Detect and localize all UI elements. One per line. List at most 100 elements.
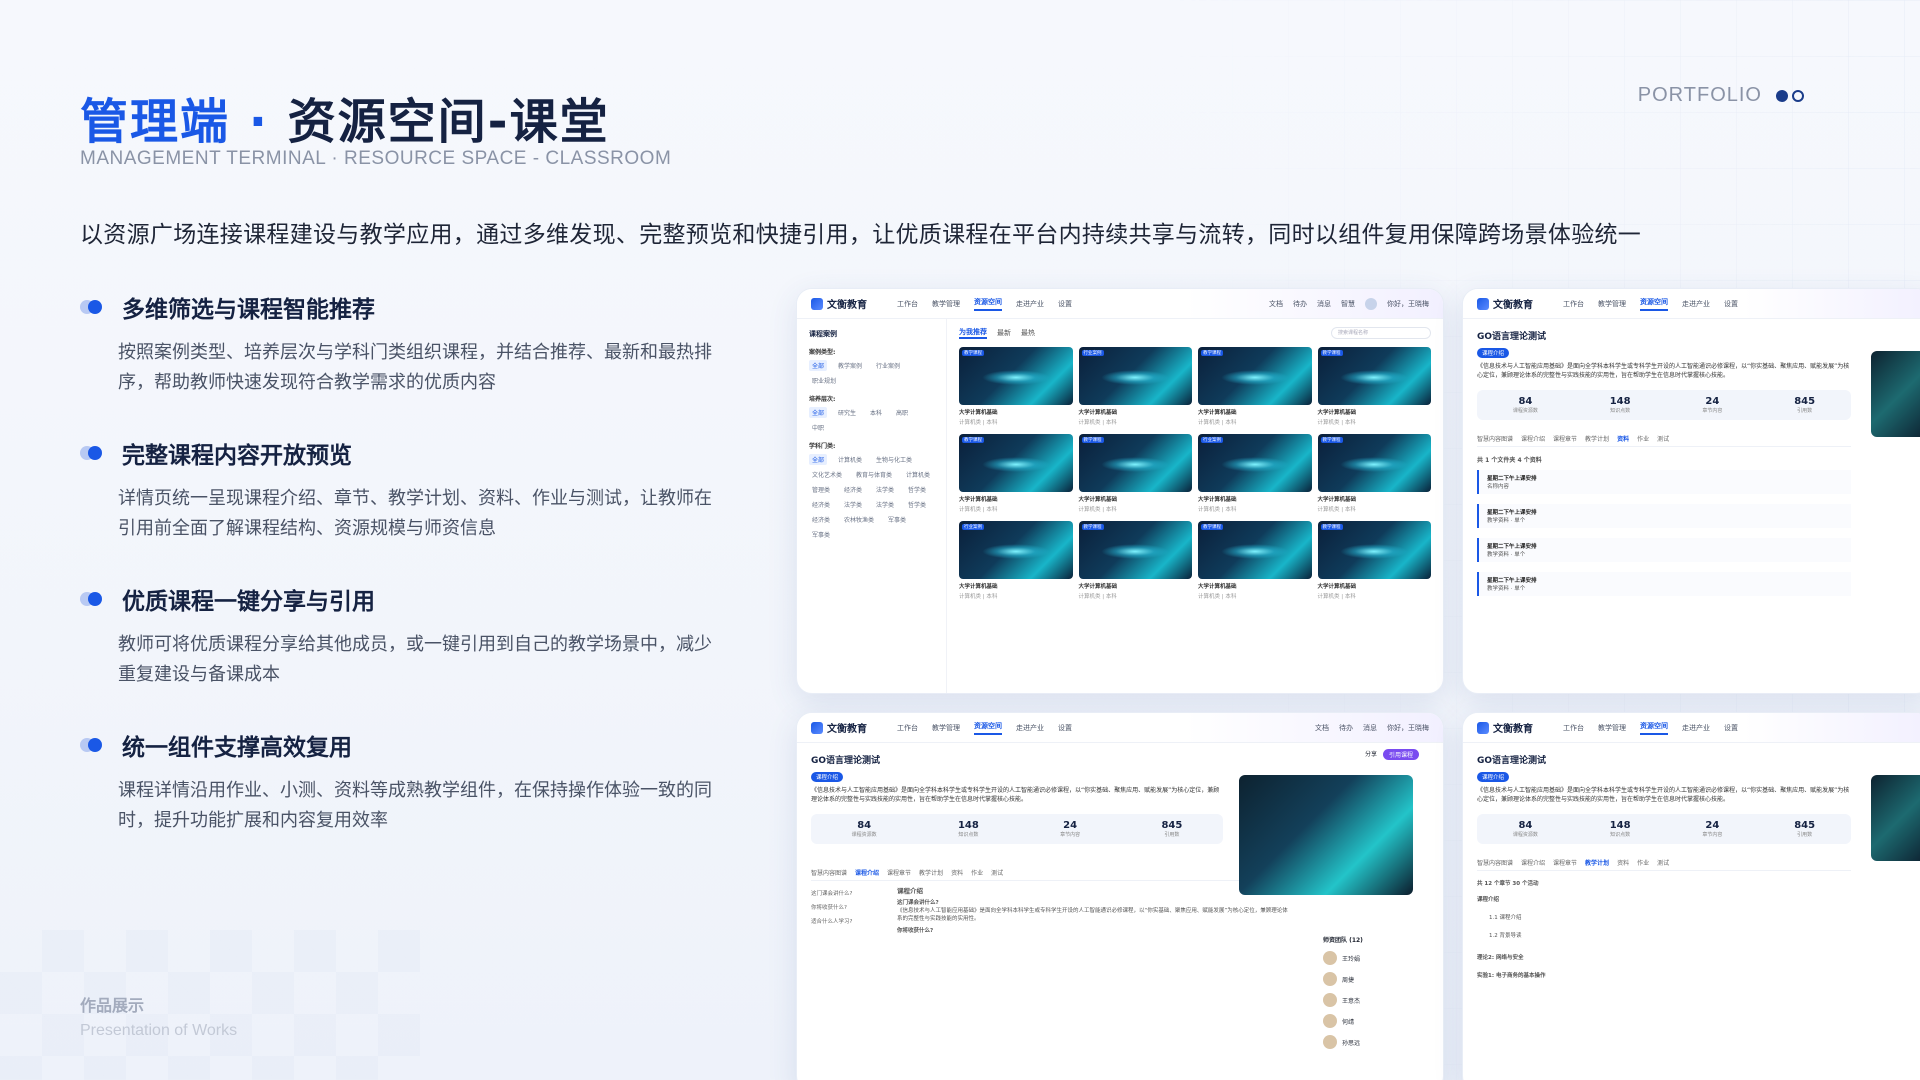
cite-course-button[interactable]: 引用课程 [1382,749,1419,760]
user-greeting[interactable]: 你好，王晓梅 [1387,299,1429,309]
toc-item[interactable]: 这门课会讲什么? [811,887,881,901]
nav-workbench[interactable]: 工作台 [897,723,918,733]
filter-chip[interactable]: 法学类 [841,499,865,510]
docs-link[interactable]: 文档 [1269,299,1283,309]
course-card[interactable]: 行业案例 大学计算机基础 计算机类 | 本科 [1078,347,1192,426]
nav-teaching[interactable]: 教学管理 [932,299,960,309]
filter-chip[interactable]: 教育与体育类 [853,469,895,480]
app-logo[interactable]: 文衡教育 [811,720,867,735]
nav-industry[interactable]: 走进产业 [1016,723,1044,733]
course-card[interactable]: 教学课程 大学计算机基础 计算机类 | 本科 [1317,434,1431,513]
tab-homework[interactable]: 作业 [971,868,983,877]
tab-hottest[interactable]: 最热 [1021,328,1035,338]
filter-chip[interactable]: 农林牧渔类 [841,514,877,525]
tab-tests[interactable]: 测试 [1657,858,1669,867]
course-card[interactable]: 教学课程 大学计算机基础 计算机类 | 本科 [1317,347,1431,426]
nav-settings[interactable]: 设置 [1724,299,1738,309]
filter-chip[interactable]: 中职 [809,422,827,433]
resource-item[interactable]: 星期二下午上课安排 教学资料 · 单个 [1477,572,1851,596]
tab-course-intro[interactable]: 课程介绍 [1521,858,1545,867]
team-member[interactable]: 王玲娟 [1323,951,1413,965]
app-logo[interactable]: 文衡教育 [1477,720,1533,735]
nav-resource-space[interactable]: 资源空间 [974,721,1002,735]
course-card[interactable]: 教学课程 大学计算机基础 计算机类 | 本科 [959,434,1073,513]
nav-resource-space[interactable]: 资源空间 [974,297,1002,311]
team-member[interactable]: 孙思远 [1323,1035,1413,1049]
filter-chip[interactable]: 职业规划 [809,375,839,386]
filter-chip[interactable]: 哲学类 [905,499,929,510]
plan-item[interactable]: 理论2: 网络与安全 [1477,953,1851,961]
nav-resource-space[interactable]: 资源空间 [1640,297,1668,311]
filter-chip[interactable]: 军事类 [809,529,833,540]
filter-chip[interactable]: 全部 [809,407,828,418]
filter-chip[interactable]: 经济类 [809,499,833,510]
course-card[interactable]: 教学课程 大学计算机基础 计算机类 | 本科 [1198,347,1312,426]
nav-teaching[interactable]: 教学管理 [1598,723,1626,733]
filter-chip[interactable]: 计算机类 [835,454,865,465]
nav-settings[interactable]: 设置 [1058,299,1072,309]
tab-recommended[interactable]: 为我推荐 [959,327,987,339]
tab-teaching-plan[interactable]: 教学计划 [919,868,943,877]
todo-link[interactable]: 待办 [1339,723,1353,733]
nav-industry[interactable]: 走进产业 [1682,723,1710,733]
nav-teaching[interactable]: 教学管理 [1598,299,1626,309]
messages-link[interactable]: 消息 [1363,723,1377,733]
filter-chip[interactable]: 全部 [809,360,828,371]
nav-industry[interactable]: 走进产业 [1016,299,1044,309]
docs-link[interactable]: 文档 [1315,723,1329,733]
course-card[interactable]: 教学课程 大学计算机基础 计算机类 | 本科 [1078,521,1192,600]
search-input[interactable]: 搜索课程名称 [1331,327,1431,339]
filter-chip[interactable]: 计算机类 [903,469,933,480]
course-card[interactable]: 行业案例 大学计算机基础 计算机类 | 本科 [959,521,1073,600]
toc-item[interactable]: 你将收获什么? [811,901,881,915]
nav-workbench[interactable]: 工作台 [1563,723,1584,733]
plan-item[interactable]: 实验1: 电子商务的基本操作 [1477,971,1851,979]
nav-industry[interactable]: 走进产业 [1682,299,1710,309]
tab-course-intro[interactable]: 课程介绍 [855,868,879,877]
resource-item[interactable]: 星期二下午上课安排 教学资料 · 单个 [1477,504,1851,528]
app-logo[interactable]: 文衡教育 [811,296,867,311]
plan-item[interactable]: 1.2 背景导读 [1489,931,1851,939]
nav-settings[interactable]: 设置 [1058,723,1072,733]
tab-homework[interactable]: 作业 [1637,858,1649,867]
tab-teaching-plan[interactable]: 教学计划 [1585,858,1609,867]
toc-item[interactable]: 适合什么人学习? [811,915,881,929]
resource-item[interactable]: 星期二下午上课安排 名称内容 [1477,470,1851,494]
filter-chip[interactable]: 研究生 [835,407,859,418]
tab-tests[interactable]: 测试 [1657,434,1669,443]
filter-chip[interactable]: 文化艺术类 [809,469,845,480]
course-card[interactable]: 教学课程 大学计算机基础 计算机类 | 本科 [1198,521,1312,600]
tab-materials[interactable]: 资料 [1617,434,1629,443]
filter-chip[interactable]: 教学案例 [835,360,865,371]
course-card[interactable]: 教学课程 大学计算机基础 计算机类 | 本科 [959,347,1073,426]
app-logo[interactable]: 文衡教育 [1477,296,1533,311]
tab-course-intro[interactable]: 课程介绍 [1521,434,1545,443]
filter-chip[interactable]: 生物与化工类 [873,454,915,465]
tab-tests[interactable]: 测试 [991,868,1003,877]
avatar[interactable] [1365,297,1377,310]
team-member[interactable]: 王意杰 [1323,993,1413,1007]
tab-knowledge-graph[interactable]: 智慧内容图谱 [811,868,847,877]
todo-link[interactable]: 待办 [1293,299,1307,309]
filter-chip[interactable]: 管理类 [809,484,833,495]
filter-chip[interactable]: 行业案例 [873,360,903,371]
course-card[interactable]: 教学课程 大学计算机基础 计算机类 | 本科 [1078,434,1192,513]
tab-materials[interactable]: 资料 [1617,858,1629,867]
filter-chip[interactable]: 军事类 [885,514,909,525]
filter-chip[interactable]: 经济类 [841,484,865,495]
filter-chip[interactable]: 本科 [867,407,885,418]
filter-chip[interactable]: 高职 [893,407,911,418]
resource-item[interactable]: 星期二下午上课安排 教学资料 · 单个 [1477,538,1851,562]
messages-link[interactable]: 消息 [1317,299,1331,309]
tab-latest[interactable]: 最新 [997,328,1011,338]
share-button[interactable]: 分享 [1365,749,1377,760]
nav-resource-space[interactable]: 资源空间 [1640,721,1668,735]
nav-teaching[interactable]: 教学管理 [932,723,960,733]
filter-chip[interactable]: 全部 [809,454,828,465]
tab-chapters[interactable]: 课程章节 [1553,858,1577,867]
filter-chip[interactable]: 哲学类 [905,484,929,495]
nav-settings[interactable]: 设置 [1724,723,1738,733]
nav-workbench[interactable]: 工作台 [897,299,918,309]
smart-link[interactable]: 智慧 [1341,299,1355,309]
tab-chapters[interactable]: 课程章节 [1553,434,1577,443]
